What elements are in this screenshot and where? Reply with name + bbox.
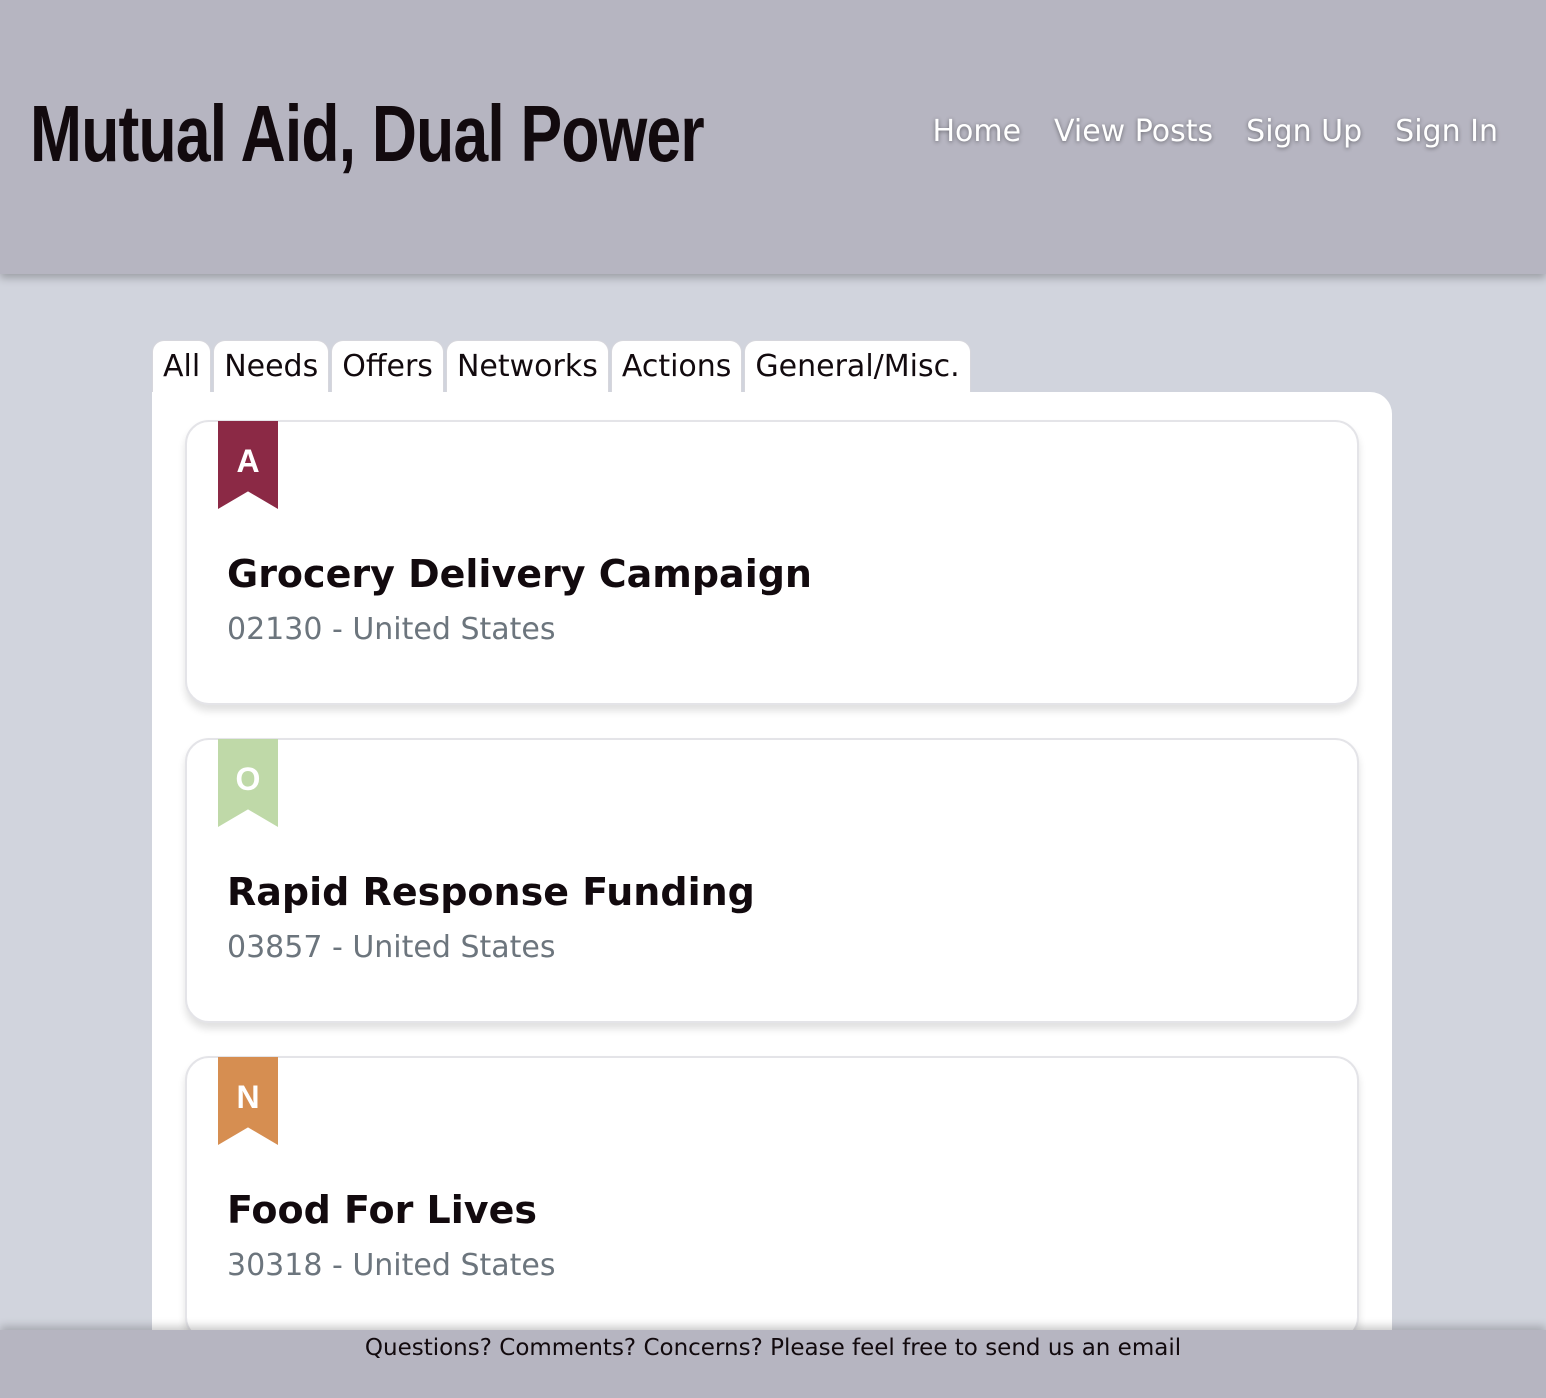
post-location: 02130 - United States (227, 612, 556, 647)
tab-offers[interactable]: Offers (331, 340, 444, 394)
tab-networks[interactable]: Networks (445, 340, 609, 394)
post-type-letter: O (235, 761, 261, 797)
main-nav: Home View Posts Sign Up Sign In (932, 114, 1498, 149)
post-type-badge: N (218, 1057, 278, 1145)
post-card[interactable]: O Rapid Response Funding 03857 - United … (185, 738, 1359, 1023)
post-card[interactable]: A Grocery Delivery Campaign 02130 - Unit… (185, 420, 1359, 705)
post-type-letter: N (236, 1079, 260, 1115)
nav-sign-in-link[interactable]: Sign In (1395, 114, 1498, 149)
site-footer: Questions? Comments? Concerns? Please fe… (0, 1330, 1546, 1398)
nav-sign-up-link[interactable]: Sign Up (1246, 114, 1362, 149)
post-card[interactable]: N Food For Lives 30318 - United States (185, 1056, 1359, 1341)
post-title[interactable]: Food For Lives (227, 1188, 537, 1232)
tab-general-misc[interactable]: General/Misc. (744, 340, 971, 394)
nav-home-link[interactable]: Home (932, 114, 1021, 149)
footer-message: Questions? Comments? Concerns? Please fe… (364, 1335, 986, 1361)
site-header: Mutual Aid, Dual Power Home View Posts S… (0, 0, 1546, 274)
post-title[interactable]: Grocery Delivery Campaign (227, 552, 812, 596)
post-location: 30318 - United States (227, 1248, 556, 1283)
site-title[interactable]: Mutual Aid, Dual Power (30, 88, 705, 180)
post-category-tabs: All Needs Offers Networks Actions Genera… (152, 340, 973, 394)
post-title[interactable]: Rapid Response Funding (227, 870, 755, 914)
footer-text: Questions? Comments? Concerns? Please fe… (0, 1335, 1546, 1361)
tab-actions[interactable]: Actions (610, 340, 743, 394)
tab-needs[interactable]: Needs (213, 340, 330, 394)
post-type-badge: O (218, 739, 278, 827)
nav-view-posts-link[interactable]: View Posts (1054, 114, 1213, 149)
post-location: 03857 - United States (227, 930, 556, 965)
post-type-letter: A (236, 443, 260, 479)
posts-panel: A Grocery Delivery Campaign 02130 - Unit… (152, 392, 1392, 1352)
post-type-badge: A (218, 421, 278, 509)
email-link[interactable]: send us an email (985, 1335, 1181, 1361)
tab-all[interactable]: All (152, 340, 212, 394)
